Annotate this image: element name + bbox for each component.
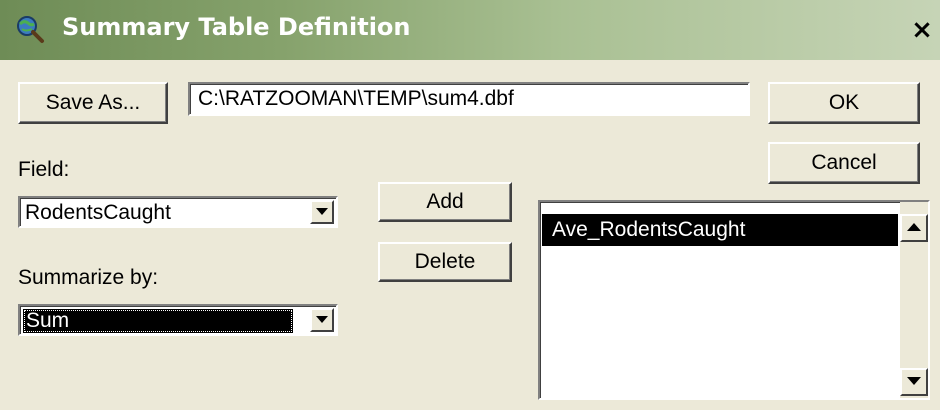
summarize-by-dropdown[interactable]: Sum	[18, 304, 338, 336]
summary-table-dialog: Summary Table Definition × Save As... C:…	[0, 0, 940, 410]
cancel-label: Cancel	[811, 151, 877, 174]
field-label: Field:	[18, 158, 70, 181]
save-as-button[interactable]: Save As...	[18, 82, 168, 124]
summarize-selected-value: Sum	[23, 309, 293, 333]
chevron-down-icon	[907, 377, 921, 385]
output-path-value: C:\RATZOOMAN\TEMP\sum4.dbf	[198, 87, 514, 110]
chevron-down-icon	[316, 316, 328, 323]
output-path-field[interactable]: C:\RATZOOMAN\TEMP\sum4.dbf	[188, 82, 750, 116]
chevron-up-icon	[907, 223, 921, 231]
vertical-scrollbar[interactable]	[900, 202, 928, 398]
scroll-down-button[interactable]	[900, 368, 928, 396]
window-title: Summary Table Definition	[62, 13, 411, 41]
chevron-down-icon	[316, 208, 328, 215]
ok-label: OK	[828, 91, 860, 114]
summary-fields-list[interactable]: Ave_RodentsCaught	[538, 200, 930, 400]
summarize-dropdown-arrow[interactable]	[310, 308, 334, 332]
globe-magnifier-icon	[17, 16, 44, 43]
list-item[interactable]: Ave_RodentsCaught	[542, 214, 898, 246]
field-dropdown-arrow[interactable]	[310, 200, 334, 224]
field-dropdown[interactable]: RodentsCaught	[18, 196, 338, 228]
field-selected-value: RodentsCaught	[25, 201, 171, 224]
scroll-up-button[interactable]	[900, 214, 928, 242]
title-bar[interactable]: Summary Table Definition ×	[0, 0, 940, 60]
delete-button[interactable]: Delete	[378, 242, 512, 282]
close-button[interactable]: ×	[904, 10, 940, 50]
summarize-by-label: Summarize by:	[18, 266, 159, 289]
ok-button[interactable]: OK	[768, 82, 920, 124]
delete-label: Delete	[414, 250, 476, 273]
add-label: Add	[426, 190, 464, 213]
cancel-button[interactable]: Cancel	[768, 142, 920, 184]
add-button[interactable]: Add	[378, 182, 512, 222]
save-as-label: Save As...	[45, 91, 141, 114]
